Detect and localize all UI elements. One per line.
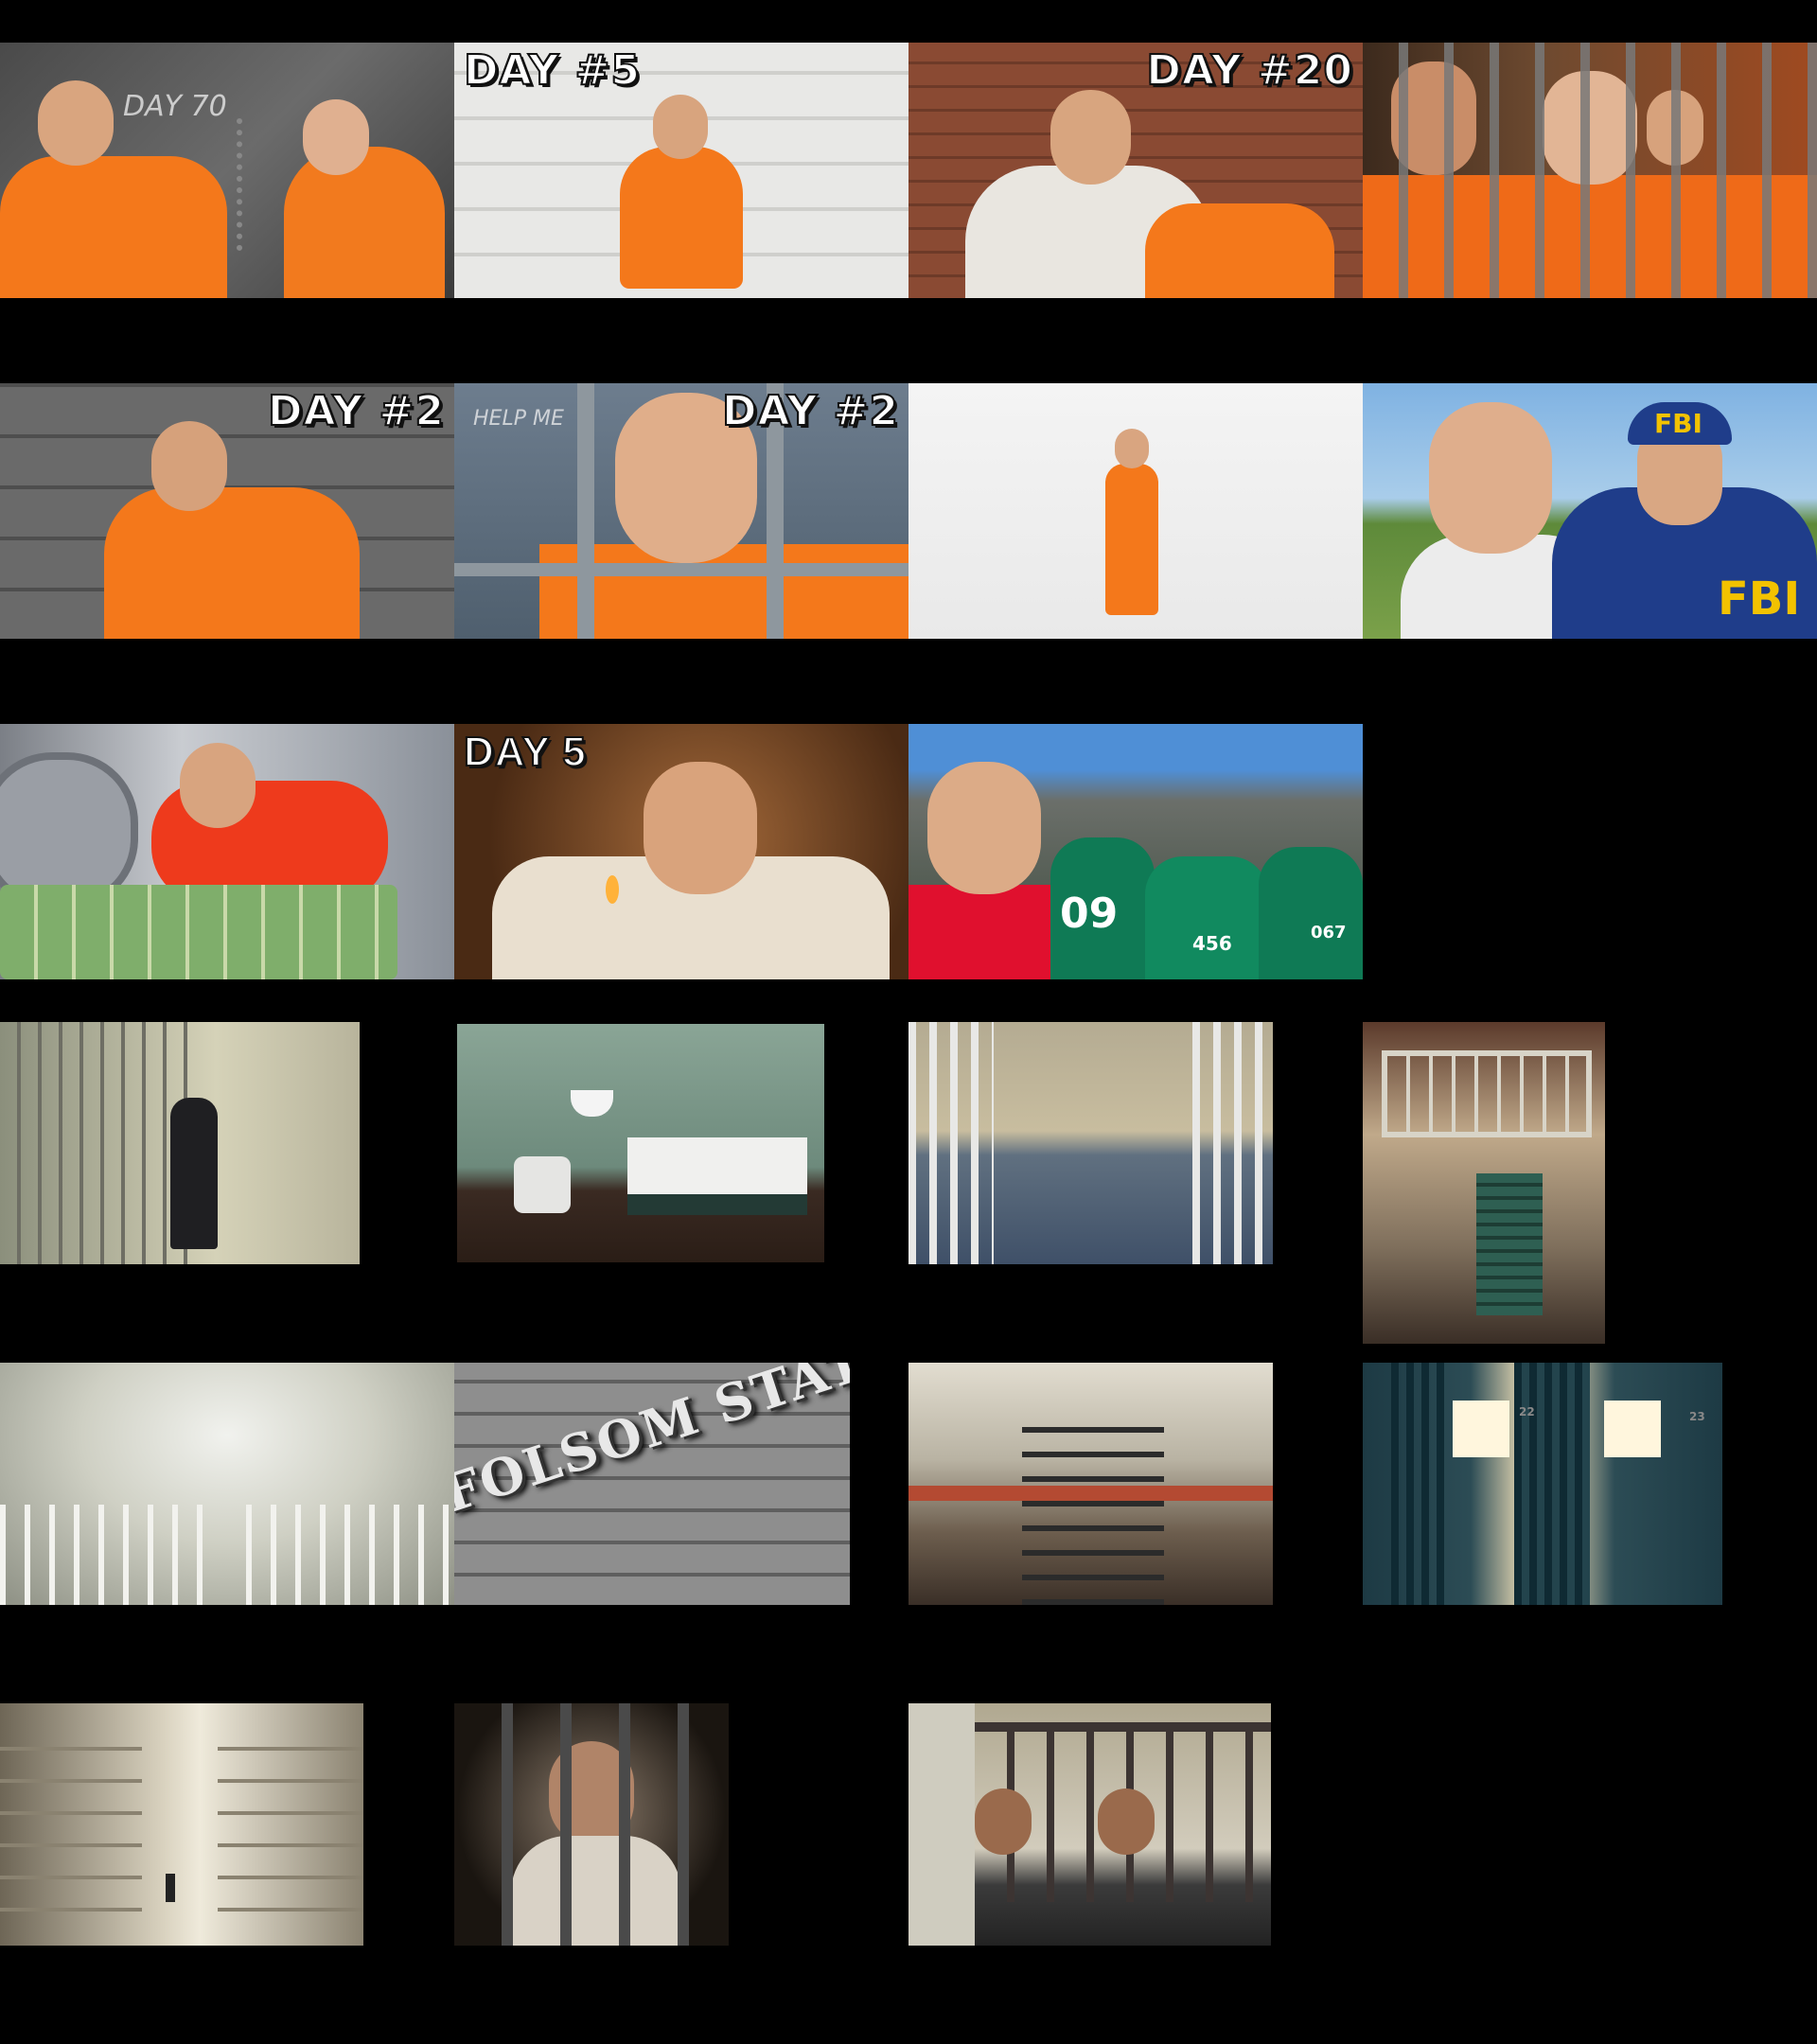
wall-column [908, 1703, 975, 1946]
stock-photo[interactable] [0, 1363, 454, 1605]
stock-photo[interactable] [0, 1703, 363, 1946]
gallery-rail-right [246, 1505, 454, 1605]
stock-photo[interactable]: FOLSOM STATE PRISON [454, 1363, 850, 1605]
prisoner-figure [1105, 464, 1158, 615]
jersey-number: 456 [1192, 932, 1232, 955]
person-head [1429, 402, 1552, 554]
video-thumbnail[interactable] [0, 724, 454, 979]
prisoner-figure [539, 544, 908, 639]
hand [1098, 1788, 1155, 1855]
person-head [927, 762, 1041, 894]
prisoner-head [1050, 90, 1131, 185]
person-head [644, 762, 757, 894]
cell-door-left [1391, 1363, 1448, 1605]
gallery-rail-left [0, 1505, 208, 1605]
video-thumbnail[interactable]: FBI FBI [1363, 383, 1817, 639]
jersey-number: 09 [1060, 890, 1119, 938]
day-caption: DAY #5 [463, 46, 642, 95]
stock-photo[interactable] [0, 1022, 360, 1264]
cell-bar [454, 563, 908, 576]
video-thumbnail[interactable]: DAY #5 [454, 43, 908, 298]
stock-photo[interactable] [908, 1363, 1273, 1605]
cell-bars [454, 1703, 729, 1946]
staircase [1476, 1173, 1543, 1315]
video-thumbnail[interactable]: 09 456 067 [908, 724, 1363, 979]
prisoner-head [653, 95, 708, 159]
day-caption: DAY #2 [267, 387, 445, 435]
chain-icon [237, 118, 299, 251]
hand [975, 1788, 1032, 1855]
cell-number: 23 [1689, 1410, 1705, 1423]
prisoner-figure [104, 487, 360, 639]
cell-bed [627, 1137, 807, 1215]
person-head [180, 743, 256, 828]
stock-photo[interactable] [908, 1022, 1273, 1264]
tier-rail-left [0, 1722, 142, 1940]
video-thumbnail[interactable]: DAY 70 [0, 43, 454, 298]
prisoner-head [303, 99, 369, 175]
fbi-jacket-text: FBI [1718, 573, 1801, 626]
video-thumbnail[interactable]: DAY #20 [908, 43, 1363, 298]
day-caption: DAY #2 [721, 387, 899, 435]
video-thumbnail[interactable] [908, 383, 1363, 639]
guard-silhouette [166, 1874, 175, 1902]
stair-railing [1382, 1050, 1592, 1137]
contestant-figure [1145, 856, 1268, 979]
prisoner-figure [284, 147, 445, 298]
tier-rail-right [218, 1722, 363, 1940]
video-thumbnail[interactable] [1363, 43, 1817, 298]
prisoner-head [1115, 429, 1149, 468]
cell-bar [577, 383, 594, 639]
prisoner-figure [0, 156, 227, 298]
cell-toilet [514, 1156, 571, 1213]
cell-door-center [1514, 1363, 1590, 1605]
cell-number: 22 [1519, 1405, 1535, 1418]
fbi-cap-text: FBI [1654, 408, 1702, 439]
prisoner-head [38, 80, 114, 166]
cell-bars-left [908, 1022, 994, 1264]
cellblock-walkway [1022, 1419, 1164, 1605]
jersey-number: 067 [1311, 923, 1347, 943]
video-thumbnail[interactable]: DAY 5 [454, 724, 908, 979]
wall-writing: HELP ME [473, 407, 564, 431]
day-caption: DAY 5 [463, 728, 587, 776]
cellblock-railing [908, 1486, 1273, 1501]
day-caption: DAY #20 [1145, 46, 1353, 95]
stock-photo[interactable]: 22 23 [1363, 1363, 1722, 1605]
cell-bars-right [1192, 1022, 1273, 1264]
wall-writing: DAY 70 [123, 90, 227, 123]
contestant-figure [1259, 847, 1363, 979]
stock-photo[interactable] [454, 1703, 729, 1946]
stock-photo[interactable] [908, 1703, 1271, 1946]
cell-window [1453, 1401, 1509, 1457]
cell-rail [0, 1022, 189, 1264]
video-thumbnail[interactable]: HELP ME DAY #2 [454, 383, 908, 639]
prisoner-figure [620, 147, 743, 289]
stock-photo[interactable] [457, 1024, 824, 1262]
prisoner-legs [1145, 203, 1334, 298]
video-thumbnail[interactable]: DAY #2 [0, 383, 454, 639]
cell-window [1604, 1401, 1661, 1457]
prisoner-head [151, 421, 227, 511]
guard-silhouette [170, 1098, 218, 1249]
cell-bars [1363, 43, 1817, 298]
lighter-flame [606, 875, 619, 904]
stock-photo[interactable] [1363, 1022, 1605, 1344]
money-pile [0, 885, 397, 979]
